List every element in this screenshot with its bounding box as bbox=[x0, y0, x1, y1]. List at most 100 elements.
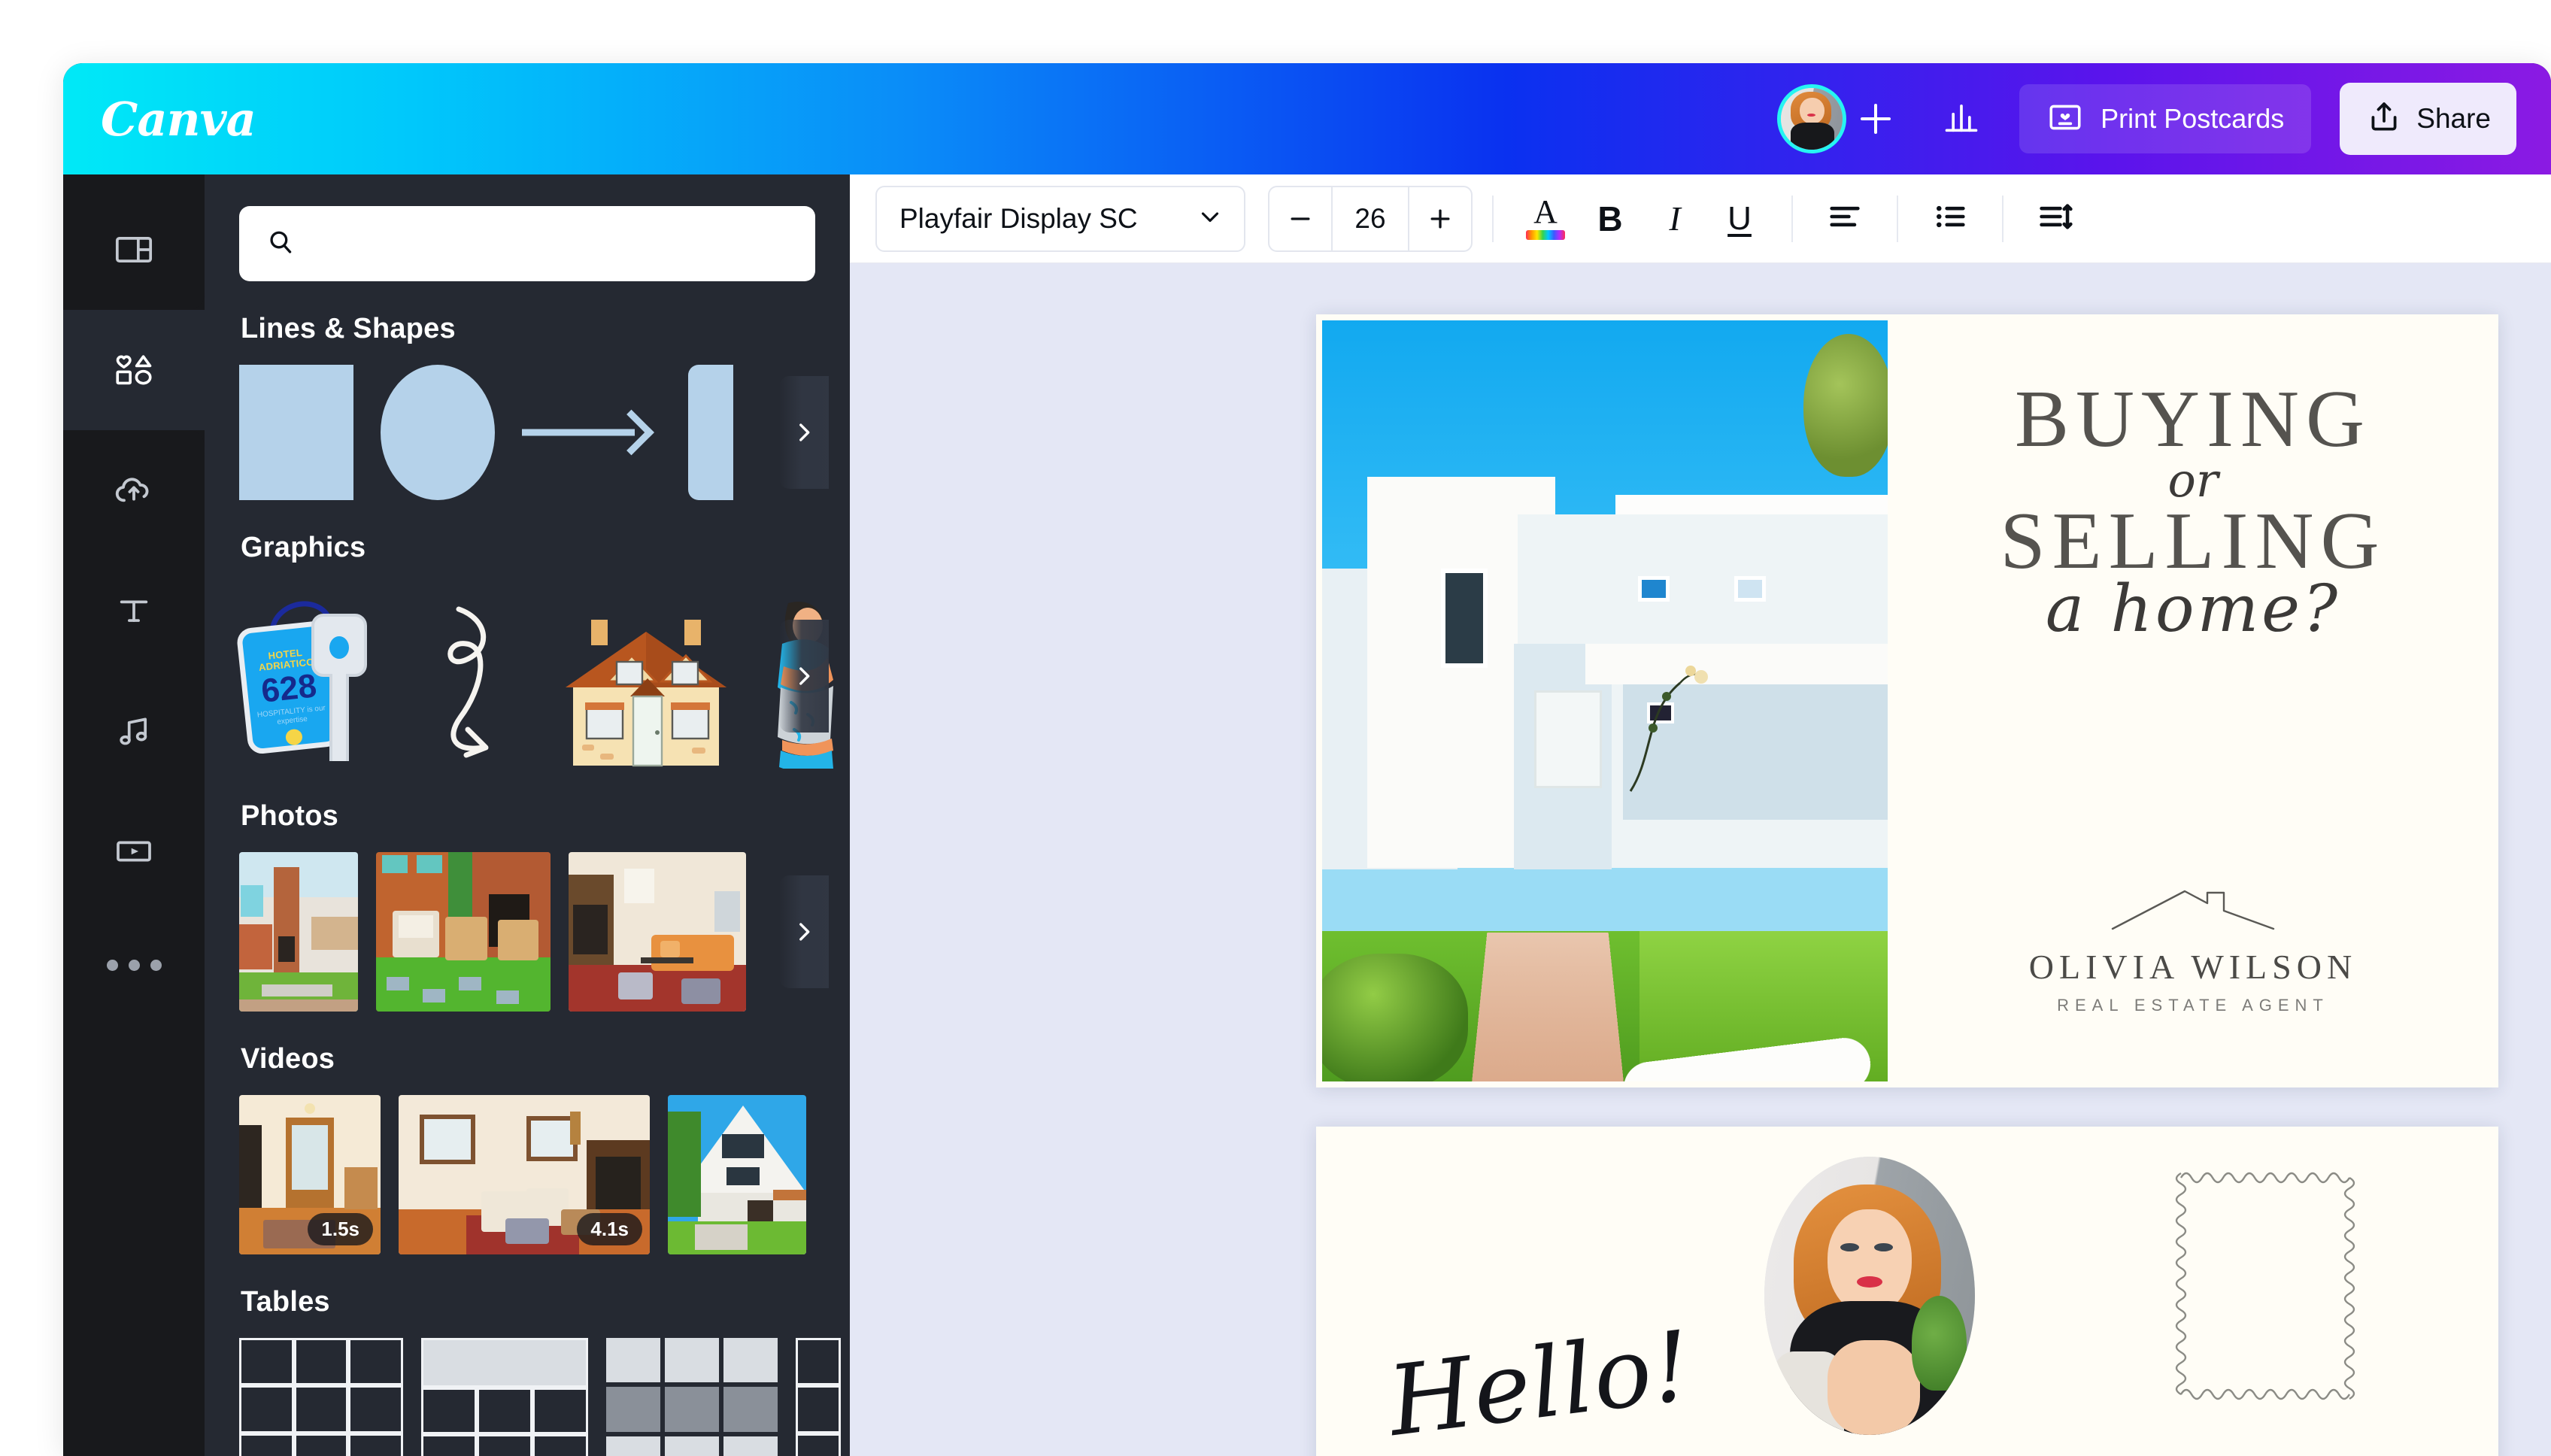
section-title-videos: Videos bbox=[241, 1043, 335, 1075]
video-duration: 1.5s bbox=[308, 1213, 373, 1245]
canvas-scroll-area[interactable]: BUYING or SELLING a home? OLIVIA WILSON … bbox=[850, 263, 2551, 1456]
italic-label: I bbox=[1669, 199, 1681, 238]
search-input[interactable] bbox=[314, 229, 790, 258]
graphics-next-button[interactable] bbox=[779, 620, 829, 733]
table-style-thumbnail[interactable] bbox=[239, 1338, 403, 1456]
share-label: Share bbox=[2416, 103, 2491, 134]
postcard-photo[interactable] bbox=[1316, 314, 1888, 1087]
chevron-right-icon bbox=[791, 420, 817, 445]
chevron-right-icon bbox=[791, 663, 817, 689]
table-style-thumbnail[interactable] bbox=[421, 1338, 588, 1456]
font-size-stepper: 26 bbox=[1268, 185, 1473, 252]
agent-portrait[interactable] bbox=[1764, 1157, 1975, 1435]
avatar[interactable] bbox=[1777, 84, 1847, 153]
tables-row bbox=[239, 1338, 841, 1456]
postcard-icon bbox=[2046, 99, 2084, 140]
italic-button[interactable]: I bbox=[1643, 187, 1707, 251]
photo-thumbnail[interactable] bbox=[376, 852, 551, 1012]
agent-logo[interactable]: OLIVIA WILSON REAL ESTATE AGENT bbox=[1888, 885, 2498, 1015]
video-duration: 4.1s bbox=[577, 1213, 642, 1245]
chevron-down-icon bbox=[1196, 202, 1224, 235]
elements-panel: Lines & Shapes Graphics HOTEL ADRIATICO … bbox=[205, 174, 850, 1456]
photos-next-button[interactable] bbox=[779, 875, 829, 988]
table-style-thumbnail[interactable] bbox=[796, 1338, 841, 1456]
print-postcards-label: Print Postcards bbox=[2101, 103, 2285, 134]
shapes-elements-icon bbox=[112, 348, 156, 392]
text-color-button[interactable]: A bbox=[1513, 187, 1578, 251]
greeting-text[interactable]: Hello! bbox=[1382, 1310, 1697, 1456]
add-collaborator-icon[interactable] bbox=[1854, 97, 1897, 141]
postcard-front[interactable]: BUYING or SELLING a home? OLIVIA WILSON … bbox=[1316, 314, 2498, 1087]
app-header: Canva Print Postcards Share bbox=[63, 63, 2551, 174]
share-button[interactable]: Share bbox=[2340, 83, 2516, 155]
video-thumbnail[interactable]: 4.1s bbox=[399, 1095, 650, 1254]
shape-square[interactable] bbox=[239, 365, 353, 500]
toolbar-divider bbox=[1791, 195, 1793, 242]
music-note-icon bbox=[113, 710, 155, 752]
agent-title: REAL ESTATE AGENT bbox=[2057, 996, 2329, 1015]
underline-label: U bbox=[1727, 199, 1752, 237]
search-box[interactable] bbox=[239, 206, 815, 281]
shapes-row bbox=[239, 365, 815, 500]
graphics-row-container: HOTEL ADRIATICO 628 HOSPITALITY is our e… bbox=[235, 584, 833, 769]
sidebar-item-text[interactable] bbox=[63, 551, 205, 671]
font-family-value: Playfair Display SC bbox=[899, 202, 1138, 234]
sidebar-item-more[interactable] bbox=[106, 960, 162, 971]
chevron-right-icon bbox=[791, 919, 817, 945]
shapes-row-container bbox=[239, 365, 829, 500]
bulleted-list-icon bbox=[1931, 197, 1970, 240]
villa-photo bbox=[1322, 320, 1888, 1081]
shape-circle[interactable] bbox=[381, 365, 495, 500]
bold-button[interactable]: B bbox=[1578, 187, 1643, 251]
sidebar-item-videos[interactable] bbox=[63, 791, 205, 912]
sidebar-item-elements[interactable] bbox=[63, 293, 205, 447]
smiley-icon bbox=[284, 728, 303, 746]
text-color-letter: A bbox=[1533, 193, 1558, 230]
shapes-next-button[interactable] bbox=[779, 376, 829, 489]
underline-button[interactable]: U bbox=[1707, 187, 1772, 251]
font-family-select[interactable]: Playfair Display SC bbox=[875, 185, 1245, 252]
video-thumbnail[interactable]: 1.5s bbox=[239, 1095, 381, 1254]
key-shape bbox=[311, 614, 367, 761]
line-spacing-icon bbox=[2036, 197, 2075, 240]
canva-editor-window: Canva Print Postcards Share Lines & Shap… bbox=[63, 63, 2551, 1456]
sidebar-item-design[interactable] bbox=[63, 190, 205, 310]
font-size-input[interactable]: 26 bbox=[1331, 187, 1409, 250]
header-actions: Print Postcards Share bbox=[1777, 83, 2516, 155]
graphics-row: HOTEL ADRIATICO 628 HOSPITALITY is our e… bbox=[235, 584, 833, 769]
print-postcards-button[interactable]: Print Postcards bbox=[2019, 84, 2312, 153]
graphic-watercolor-house[interactable] bbox=[552, 597, 740, 769]
sidebar-item-audio[interactable] bbox=[63, 671, 205, 791]
photo-thumbnail[interactable] bbox=[239, 852, 358, 1012]
shape-rounded-rectangle[interactable] bbox=[688, 365, 733, 500]
video-thumbnail[interactable] bbox=[668, 1095, 806, 1254]
text-align-button[interactable] bbox=[1812, 187, 1877, 251]
text-color-icon: A bbox=[1526, 193, 1565, 241]
toolbar-divider bbox=[2002, 195, 2003, 242]
font-size-increase-button[interactable] bbox=[1409, 187, 1471, 250]
photos-row bbox=[239, 852, 815, 1012]
graphic-hotel-key-tag[interactable]: HOTEL ADRIATICO 628 HOSPITALITY is our e… bbox=[235, 593, 390, 769]
text-toolbar: Playfair Display SC 26 A B I U bbox=[850, 174, 2551, 263]
canva-logo[interactable]: Canva bbox=[101, 92, 256, 147]
insights-button[interactable] bbox=[1929, 86, 1994, 151]
section-title-tables: Tables bbox=[241, 1286, 330, 1318]
postcard-back[interactable]: Hello! bbox=[1316, 1127, 2498, 1456]
font-size-decrease-button[interactable] bbox=[1269, 187, 1331, 250]
section-title-lines-shapes: Lines & Shapes bbox=[241, 313, 456, 344]
table-style-thumbnail[interactable] bbox=[606, 1338, 778, 1456]
left-rail bbox=[63, 174, 205, 1456]
photo-thumbnail[interactable] bbox=[569, 852, 746, 1012]
postcard-headline[interactable]: BUYING or SELLING a home? bbox=[1888, 377, 2498, 641]
line-spacing-button[interactable] bbox=[2023, 187, 2088, 251]
section-title-photos: Photos bbox=[241, 800, 338, 832]
postage-stamp-placeholder[interactable] bbox=[2173, 1166, 2357, 1414]
layout-templates-icon bbox=[113, 229, 155, 271]
bar-chart-icon bbox=[1942, 98, 1981, 141]
toolbar-divider bbox=[1492, 195, 1494, 242]
shape-arrow[interactable] bbox=[522, 365, 661, 500]
graphic-curved-arrow[interactable] bbox=[411, 597, 531, 769]
sidebar-item-uploads[interactable] bbox=[63, 430, 205, 551]
section-title-graphics: Graphics bbox=[241, 532, 366, 563]
bulleted-list-button[interactable] bbox=[1918, 187, 1982, 251]
